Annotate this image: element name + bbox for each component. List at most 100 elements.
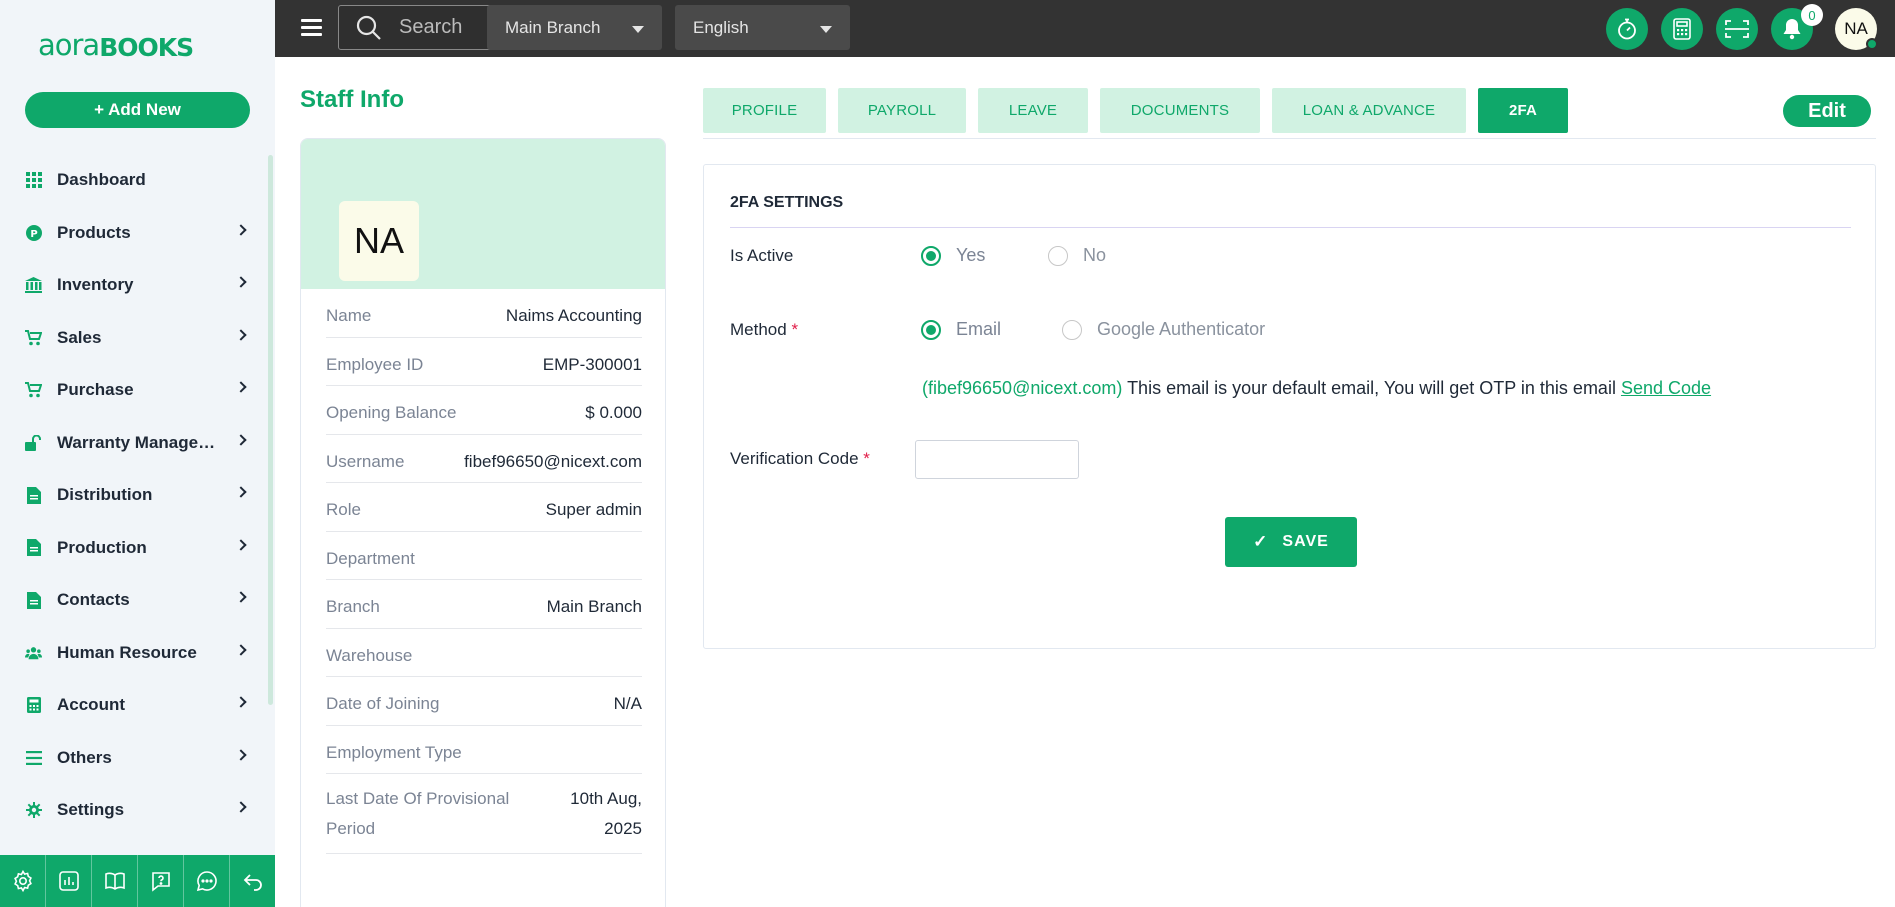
save-button[interactable]: ✓ SAVE xyxy=(1225,517,1357,567)
is-active-yes-radio[interactable]: Yes xyxy=(921,245,985,266)
users-icon xyxy=(25,644,42,661)
panel-title: 2FA SETTINGS xyxy=(730,194,844,211)
info-label: Opening Balance xyxy=(326,403,457,422)
method-email-radio[interactable]: Email xyxy=(921,319,1001,340)
document-icon xyxy=(25,539,42,557)
scan-icon xyxy=(1725,20,1749,38)
sidebar-item-account[interactable]: Account xyxy=(0,679,260,732)
sidebar-item-inventory[interactable]: Inventory xyxy=(0,259,260,312)
logo[interactable]: aora BOOKS xyxy=(38,28,194,62)
top-navbar: Main Branch English 0 NA xyxy=(275,0,1895,57)
cart-icon xyxy=(25,382,42,399)
info-label: Date of Joining xyxy=(326,694,440,713)
user-avatar[interactable]: NA xyxy=(1835,8,1878,50)
sidebar-scrollbar[interactable] xyxy=(268,155,273,705)
tab-2fa[interactable]: 2FA xyxy=(1478,88,1568,133)
info-label: Name xyxy=(326,306,372,325)
stopwatch-icon xyxy=(1618,18,1636,40)
gear-icon xyxy=(25,802,42,819)
required-mark: * xyxy=(791,320,799,339)
info-label: Branch xyxy=(326,597,380,616)
sidebar-item-sales[interactable]: Sales xyxy=(0,312,260,365)
unlock-icon xyxy=(25,434,42,451)
online-status-dot xyxy=(1866,38,1878,50)
info-row-opening-balance: Opening Balance $ 0.000 xyxy=(326,386,642,435)
is-active-no-radio[interactable]: No xyxy=(1048,245,1106,266)
tab-payroll[interactable]: PAYROLL xyxy=(838,88,966,133)
scan-button[interactable] xyxy=(1716,8,1758,50)
notifications-button[interactable]: 0 xyxy=(1771,4,1823,50)
list-icon xyxy=(25,749,42,766)
branch-select[interactable]: Main Branch xyxy=(487,5,662,50)
tab-profile[interactable]: PROFILE xyxy=(703,88,826,133)
chevron-right-icon xyxy=(235,381,247,393)
required-mark: * xyxy=(863,449,870,468)
send-code-link[interactable]: Send Code xyxy=(1621,378,1711,398)
email-note: This email is your default email, You wi… xyxy=(1127,378,1616,398)
edit-button[interactable]: Edit xyxy=(1783,95,1871,127)
info-row-username: Username fibef96650@nicext.com xyxy=(326,435,642,483)
sidebar-item-warranty-management[interactable]: Warranty Management xyxy=(0,417,260,470)
radio-label: Yes xyxy=(956,245,986,265)
sidebar-item-production[interactable]: Production xyxy=(0,522,260,575)
sidebar-menu: Dashboard P Products Inventory Sales Pur… xyxy=(0,154,260,837)
sidebar-item-human-resource[interactable]: Human Resource xyxy=(0,627,260,680)
sidebar-bottom-toolbar xyxy=(0,855,275,907)
twofa-settings-panel: 2FA SETTINGS Is Active Yes No Method * E… xyxy=(703,164,1876,649)
sidebar-item-contacts[interactable]: Contacts xyxy=(0,574,260,627)
chart-icon xyxy=(58,871,79,891)
tab-leave[interactable]: LEAVE xyxy=(978,88,1088,133)
verification-label-text: Verification Code xyxy=(730,449,859,468)
sidebar-item-dashboard[interactable]: Dashboard xyxy=(0,154,260,207)
add-new-button[interactable]: + Add New xyxy=(25,92,250,128)
sidebar-item-others[interactable]: Others xyxy=(0,732,260,785)
language-select[interactable]: English xyxy=(675,5,850,50)
chevron-right-icon xyxy=(235,538,247,551)
tabs-divider xyxy=(703,138,1876,139)
sidebar-item-products[interactable]: P Products xyxy=(0,207,260,260)
chevron-right-icon xyxy=(235,591,247,603)
method-label-text: Method xyxy=(730,320,787,339)
radio-dot xyxy=(1048,245,1068,266)
method-google-radio[interactable]: Google Authenticator xyxy=(1062,319,1265,340)
info-row-branch: Branch Main Branch xyxy=(326,580,642,629)
bottom-guide-button[interactable] xyxy=(92,855,138,907)
sidebar-item-label: Distribution xyxy=(57,485,153,505)
radio-dot xyxy=(1062,319,1082,340)
panel-title-divider xyxy=(730,227,1851,228)
sidebar: aora BOOKS + Add New Dashboard P Products… xyxy=(0,0,275,907)
info-value: Main Branch xyxy=(546,597,642,616)
sidebar-item-label: Dashboard xyxy=(57,170,146,190)
chevron-right-icon xyxy=(235,643,247,656)
verification-code-label: Verification Code * xyxy=(730,449,870,469)
logout-icon xyxy=(243,874,262,891)
calculator-button[interactable] xyxy=(1661,8,1703,50)
bottom-help-button[interactable] xyxy=(138,855,184,907)
chevron-right-icon xyxy=(235,801,247,813)
bottom-back-button[interactable] xyxy=(230,855,275,907)
sidebar-item-purchase[interactable]: Purchase xyxy=(0,364,260,417)
info-row-date-of-joining: Date of Joining N/A xyxy=(326,677,642,726)
info-label: Department xyxy=(326,548,415,568)
bottom-settings-button[interactable] xyxy=(0,855,46,907)
staff-avatar: NA xyxy=(339,201,419,281)
calculator-icon xyxy=(25,697,42,714)
bottom-chat-button[interactable] xyxy=(184,855,230,907)
timer-button[interactable] xyxy=(1606,8,1648,50)
chevron-right-icon xyxy=(235,328,247,341)
menu-toggle-icon[interactable] xyxy=(301,19,322,37)
svg-text:P: P xyxy=(30,229,37,240)
verification-code-input[interactable] xyxy=(915,440,1079,479)
is-active-label: Is Active xyxy=(730,246,794,265)
info-row-employment-type: Employment Type xyxy=(326,726,642,774)
sidebar-item-distribution[interactable]: Distribution xyxy=(0,469,260,522)
info-row-name: Name Naims Accounting xyxy=(326,289,642,338)
tab-loan-advance[interactable]: LOAN & ADVANCE xyxy=(1272,88,1466,133)
radio-dot xyxy=(921,245,941,266)
info-label: Last Date Of Provisional Period xyxy=(326,789,510,838)
chevron-right-icon xyxy=(235,696,247,708)
sidebar-item-settings[interactable]: Settings xyxy=(0,784,260,837)
info-value: N/A xyxy=(613,694,642,713)
bottom-reports-button[interactable] xyxy=(46,855,92,907)
tab-documents[interactable]: DOCUMENTS xyxy=(1100,88,1260,133)
